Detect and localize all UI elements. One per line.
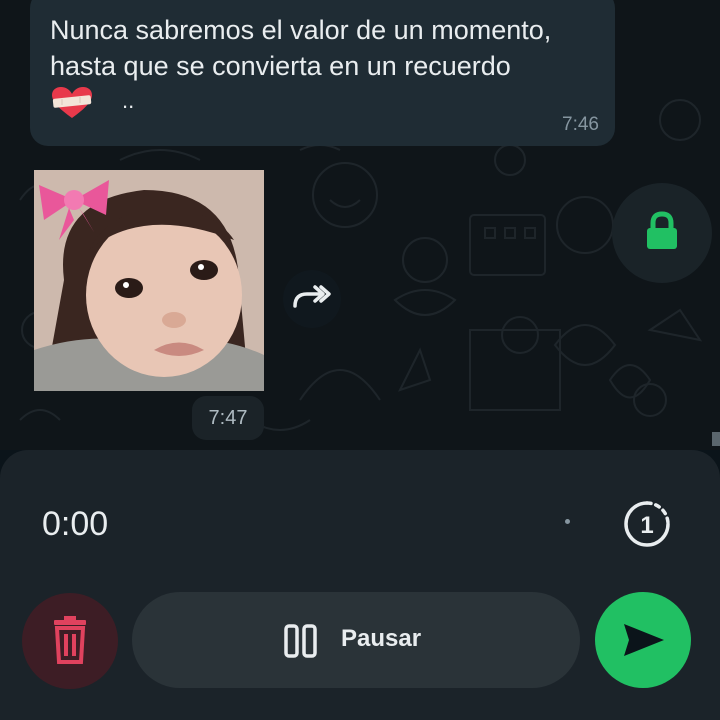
message-trailing-dots: .. (122, 88, 135, 113)
lock-recording-button[interactable] (612, 183, 712, 283)
forward-button[interactable] (283, 270, 341, 328)
scroll-indicator[interactable] (712, 432, 720, 446)
view-once-icon: 1 (624, 501, 670, 547)
send-icon (624, 624, 664, 656)
forward-icon (293, 285, 331, 308)
pause-icon (284, 624, 317, 658)
message-timestamp: 7:46 (562, 114, 599, 135)
chat-area: Nunca sabremos el valor de un momento, h… (0, 0, 720, 450)
pause-recording-button[interactable]: Pausar (132, 592, 580, 688)
svg-text:1: 1 (640, 512, 653, 539)
trash-icon (54, 616, 86, 664)
pause-label: Pausar (341, 625, 422, 652)
view-once-button[interactable]: 1 (622, 499, 672, 549)
delete-recording-button[interactable] (22, 593, 118, 689)
message-text-line-2: hasta que se convierta en un recuerdo (50, 51, 511, 81)
baby-sticker-illustration (34, 170, 264, 391)
sticker-timestamp: 7:47 (192, 396, 264, 440)
incoming-message-bubble[interactable]: Nunca sabremos el valor de un momento, h… (30, 0, 615, 146)
message-text: Nunca sabremos el valor de un momento, h… (50, 12, 610, 84)
recording-timer: 0:00 (42, 505, 109, 543)
send-button[interactable] (595, 592, 691, 688)
lock-icon (647, 211, 677, 249)
sticker-image[interactable] (34, 170, 264, 391)
message-text-line-1: Nunca sabremos el valor de un momento, (50, 15, 552, 45)
mending-heart-emoji (52, 87, 92, 118)
waveform-dot (565, 519, 570, 524)
voice-recorder-panel: 0:00 1 Pausar (0, 450, 720, 720)
